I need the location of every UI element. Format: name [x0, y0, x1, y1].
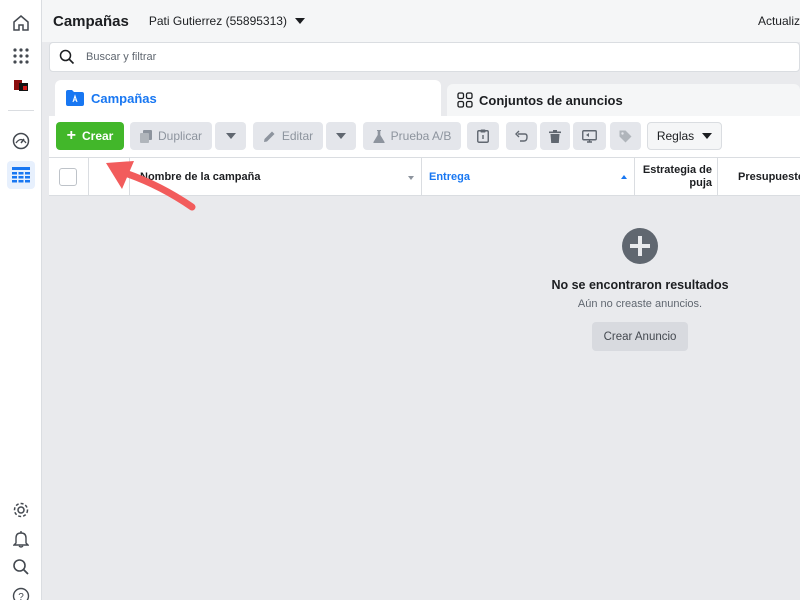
account-avatar-icon[interactable] [7, 72, 35, 100]
notifications-bell-icon[interactable] [7, 525, 35, 553]
svg-text:?: ? [18, 592, 24, 600]
tag-button[interactable] [610, 122, 641, 150]
tab-campaigns[interactable]: Campañas [55, 80, 441, 116]
select-all-cell [49, 158, 89, 196]
ads-manager-table-icon[interactable] [7, 161, 35, 189]
edit-button-label: Editar [281, 129, 314, 143]
column-bid-strategy-label: Estrategia de puja [642, 163, 712, 189]
column-budget-label: Presupuesto [738, 171, 800, 183]
empty-state-title: No se encontraron resultados [551, 278, 729, 292]
clipboard-icon [477, 129, 489, 143]
page-title: Campañas [53, 12, 129, 30]
preview-button[interactable] [573, 122, 606, 150]
search-bar[interactable] [49, 42, 800, 72]
search-rail-icon[interactable] [7, 553, 35, 581]
plus-icon: + [66, 127, 76, 144]
top-bar: Campañas Pati Gutierrez (55895313) Actua… [42, 0, 800, 42]
ab-test-button-label: Prueba A/B [390, 129, 452, 143]
account-name: Pati Gutierrez (55895313) [148, 14, 287, 28]
select-all-checkbox[interactable] [59, 168, 77, 186]
create-button[interactable]: + Crear [56, 122, 124, 150]
search-icon [59, 49, 75, 65]
chevron-down-icon [294, 18, 305, 24]
duplicate-button[interactable]: Duplicar [130, 122, 212, 150]
create-button-label: Crear [81, 129, 114, 143]
toolbar: + Crear Duplicar Editar Prueba A/B Regla… [49, 116, 800, 157]
undo-button[interactable] [506, 122, 537, 150]
duplicate-dropdown-button[interactable] [215, 122, 246, 150]
duplicate-icon [139, 129, 152, 143]
sort-ascending-icon [621, 175, 627, 179]
tab-campaigns-label: Campañas [91, 90, 157, 106]
duplicate-button-label: Duplicar [157, 129, 202, 143]
trash-icon [549, 129, 561, 143]
rules-dropdown-label: Reglas [656, 129, 695, 143]
pencil-icon [263, 131, 275, 142]
column-delivery-label: Entrega [429, 171, 470, 183]
folder-campaign-icon [66, 90, 84, 106]
account-selector[interactable]: Pati Gutierrez (55895313) [149, 14, 305, 28]
add-circle-icon [622, 228, 658, 264]
edit-dropdown-button[interactable] [326, 122, 356, 150]
undo-icon [515, 130, 528, 142]
preview-icon [582, 129, 597, 143]
dashboard-gauge-icon[interactable] [7, 127, 35, 155]
search-input[interactable] [86, 51, 686, 63]
chevron-down-icon [225, 133, 236, 139]
home-icon[interactable] [7, 9, 35, 37]
column-bid-strategy[interactable]: Estrategia de puja [635, 158, 718, 196]
settings-gear-icon[interactable] [7, 496, 35, 524]
rail-divider [8, 110, 34, 111]
column-delivery[interactable]: Entrega [422, 158, 635, 196]
clipboard-button[interactable] [467, 122, 499, 150]
sort-icon [408, 176, 414, 180]
delete-button[interactable] [540, 122, 570, 150]
chevron-down-icon [336, 133, 346, 139]
create-ad-button[interactable]: Crear Anuncio [592, 322, 688, 351]
column-budget[interactable]: Presupuesto [718, 158, 800, 196]
ab-test-button[interactable]: Prueba A/B [363, 122, 461, 150]
chevron-down-icon [702, 133, 713, 139]
empty-state-subtitle: Aún no creaste anuncios. [577, 298, 703, 310]
rules-dropdown[interactable]: Reglas [647, 122, 722, 150]
edit-button[interactable]: Editar [253, 122, 323, 150]
flask-icon [372, 129, 385, 143]
left-rail: ? [0, 0, 42, 600]
help-icon[interactable]: ? [7, 582, 35, 600]
tag-icon [619, 130, 632, 142]
tab-ad-sets[interactable]: Conjuntos de anuncios [447, 84, 800, 116]
ad-sets-icon [457, 92, 473, 108]
update-link[interactable]: Actualiz [758, 14, 800, 28]
annotation-arrow-icon [106, 161, 196, 211]
tab-ad-sets-label: Conjuntos de anuncios [479, 92, 623, 108]
apps-grid-icon[interactable] [7, 42, 35, 70]
